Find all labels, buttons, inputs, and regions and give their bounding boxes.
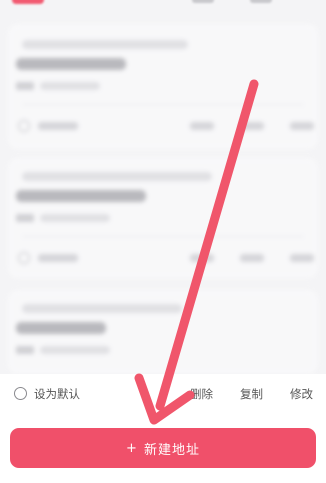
action-blurred <box>240 254 264 262</box>
divider <box>22 236 304 237</box>
top-bar <box>0 0 326 14</box>
phone-blurred <box>40 346 110 354</box>
set-default-label[interactable]: 设为默认 <box>34 386 80 402</box>
address-text-blurred <box>22 172 212 181</box>
new-address-button[interactable]: + 新建地址 <box>10 428 316 468</box>
radio-icon[interactable] <box>14 387 27 400</box>
address-text-blurred <box>22 304 182 313</box>
edit-button[interactable]: 修改 <box>290 386 313 402</box>
divider <box>22 104 304 105</box>
address-card[interactable] <box>8 290 318 374</box>
address-card[interactable] <box>8 158 318 278</box>
text-blurred <box>38 254 78 262</box>
contact-name-blurred <box>16 58 126 70</box>
phone-blurred <box>40 214 110 222</box>
radio-icon <box>18 252 30 264</box>
top-action-fragment <box>250 0 272 3</box>
radio-icon <box>18 120 30 132</box>
action-blurred <box>240 122 264 130</box>
action-blurred <box>290 122 314 130</box>
address-action-row: 设为默认 删除 复制 修改 <box>0 374 326 412</box>
address-text-blurred <box>22 40 188 49</box>
tab-indicator-fragment <box>12 0 44 4</box>
phone-blurred <box>40 82 100 90</box>
action-blurred <box>290 254 314 262</box>
text-blurred <box>38 122 78 130</box>
delete-button[interactable]: 删除 <box>190 386 213 402</box>
top-action-fragment <box>192 0 214 3</box>
contact-name-blurred <box>16 190 146 202</box>
action-blurred <box>190 254 214 262</box>
action-blurred <box>190 122 214 130</box>
plus-icon: + <box>126 440 138 456</box>
tag-blurred <box>16 214 34 222</box>
contact-name-blurred <box>16 322 106 334</box>
new-address-label: 新建地址 <box>143 442 200 458</box>
copy-button[interactable]: 复制 <box>240 386 263 402</box>
address-card[interactable] <box>8 24 318 149</box>
tag-blurred <box>16 82 34 90</box>
tag-blurred <box>16 346 34 354</box>
